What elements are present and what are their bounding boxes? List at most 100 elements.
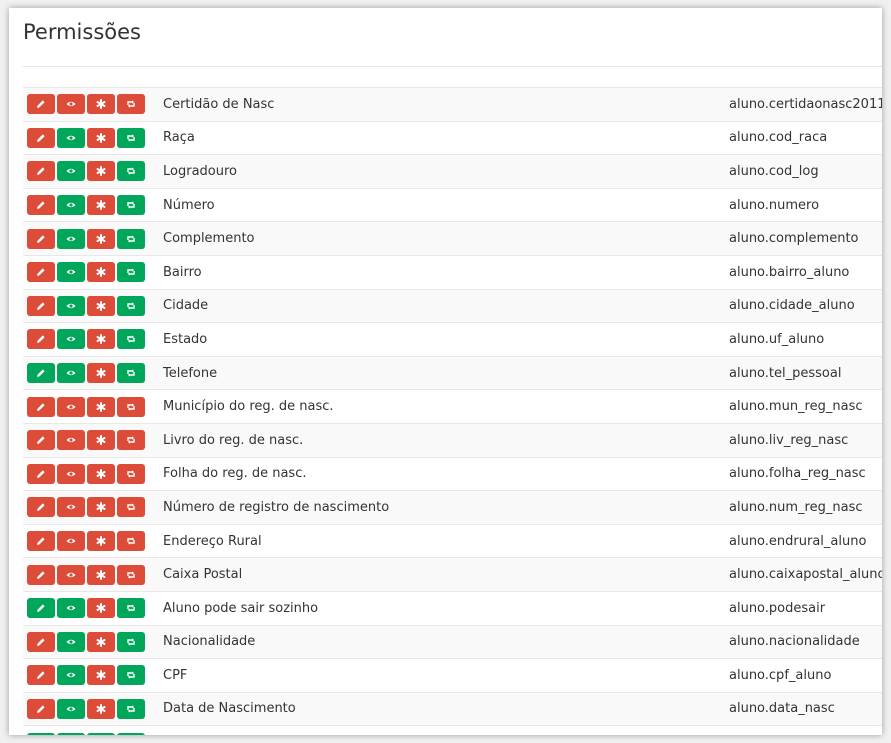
field-key: aluno.certidaonasc2011 — [729, 96, 882, 112]
view-permission-button[interactable] — [57, 127, 85, 148]
view-permission-button[interactable] — [57, 363, 85, 384]
edit-permission-button[interactable] — [27, 396, 55, 417]
edit-permission-button[interactable] — [27, 631, 55, 652]
sync-permission-button[interactable] — [117, 598, 145, 619]
sync-permission-button[interactable] — [117, 228, 145, 249]
retweet-icon — [126, 234, 136, 244]
edit-permission-button[interactable] — [27, 732, 55, 735]
view-permission-button[interactable] — [57, 295, 85, 316]
required-permission-button[interactable] — [87, 598, 115, 619]
sync-permission-button[interactable] — [117, 363, 145, 384]
view-permission-button[interactable] — [57, 463, 85, 484]
sync-permission-button[interactable] — [117, 631, 145, 652]
field-label: Telefone — [163, 365, 218, 381]
view-permission-button[interactable] — [57, 531, 85, 552]
pencil-icon — [36, 267, 46, 277]
edit-permission-button[interactable] — [27, 363, 55, 384]
required-permission-button[interactable] — [87, 195, 115, 216]
sync-permission-button[interactable] — [117, 497, 145, 518]
required-permission-button[interactable] — [87, 396, 115, 417]
edit-permission-button[interactable] — [27, 430, 55, 451]
view-permission-button[interactable] — [57, 396, 85, 417]
field-key: aluno.caixapostal_aluno — [729, 567, 882, 583]
sync-permission-button[interactable] — [117, 531, 145, 552]
required-permission-button[interactable] — [87, 698, 115, 719]
view-permission-button[interactable] — [57, 430, 85, 451]
retweet-icon — [126, 704, 136, 714]
required-permission-button[interactable] — [87, 497, 115, 518]
edit-permission-button[interactable] — [27, 598, 55, 619]
view-permission-button[interactable] — [57, 497, 85, 518]
sync-permission-button[interactable] — [117, 698, 145, 719]
sync-permission-button[interactable] — [117, 732, 145, 735]
retweet-icon — [126, 637, 136, 647]
view-permission-button[interactable] — [57, 195, 85, 216]
required-permission-button[interactable] — [87, 94, 115, 115]
edit-permission-button[interactable] — [27, 665, 55, 686]
edit-permission-button[interactable] — [27, 531, 55, 552]
edit-permission-button[interactable] — [27, 195, 55, 216]
required-permission-button[interactable] — [87, 262, 115, 283]
edit-permission-button[interactable] — [27, 262, 55, 283]
edit-permission-button[interactable] — [27, 564, 55, 585]
view-permission-button[interactable] — [57, 631, 85, 652]
edit-permission-button[interactable] — [27, 228, 55, 249]
eye-icon — [66, 234, 76, 244]
sync-permission-button[interactable] — [117, 430, 145, 451]
edit-permission-button[interactable] — [27, 295, 55, 316]
edit-permission-button[interactable] — [27, 161, 55, 182]
required-permission-button[interactable] — [87, 732, 115, 735]
table-row: Folha do reg. de nasc. aluno.folha_reg_na… — [23, 456, 882, 491]
required-permission-button[interactable] — [87, 161, 115, 182]
view-permission-button[interactable] — [57, 665, 85, 686]
eye-icon — [66, 99, 76, 109]
view-permission-button[interactable] — [57, 94, 85, 115]
view-permission-button[interactable] — [57, 329, 85, 350]
retweet-icon — [126, 368, 136, 378]
required-permission-button[interactable] — [87, 665, 115, 686]
sync-permission-button[interactable] — [117, 195, 145, 216]
permission-buttons — [23, 363, 163, 384]
retweet-icon — [126, 502, 136, 512]
edit-permission-button[interactable] — [27, 497, 55, 518]
required-permission-button[interactable] — [87, 127, 115, 148]
view-permission-button[interactable] — [57, 732, 85, 735]
required-permission-button[interactable] — [87, 228, 115, 249]
sync-permission-button[interactable] — [117, 329, 145, 350]
required-permission-button[interactable] — [87, 564, 115, 585]
sync-permission-button[interactable] — [117, 262, 145, 283]
view-permission-button[interactable] — [57, 598, 85, 619]
sync-permission-button[interactable] — [117, 396, 145, 417]
sync-permission-button[interactable] — [117, 127, 145, 148]
sync-permission-button[interactable] — [117, 665, 145, 686]
sync-permission-button[interactable] — [117, 295, 145, 316]
table-row: Aluno pode sair sozinho aluno.podesair — [23, 590, 882, 625]
pencil-icon — [36, 402, 46, 412]
edit-permission-button[interactable] — [27, 94, 55, 115]
required-permission-button[interactable] — [87, 631, 115, 652]
required-permission-button[interactable] — [87, 430, 115, 451]
sync-permission-button[interactable] — [117, 161, 145, 182]
field-key: aluno.cpf_aluno — [729, 667, 832, 683]
sync-permission-button[interactable] — [117, 463, 145, 484]
edit-permission-button[interactable] — [27, 463, 55, 484]
view-permission-button[interactable] — [57, 564, 85, 585]
view-permission-button[interactable] — [57, 262, 85, 283]
view-permission-button[interactable] — [57, 161, 85, 182]
edit-permission-button[interactable] — [27, 698, 55, 719]
view-permission-button[interactable] — [57, 698, 85, 719]
required-permission-button[interactable] — [87, 463, 115, 484]
table-row: Município do reg. de nasc. aluno.mun_reg_… — [23, 389, 882, 423]
edit-permission-button[interactable] — [27, 329, 55, 350]
required-permission-button[interactable] — [87, 329, 115, 350]
view-permission-button[interactable] — [57, 228, 85, 249]
required-permission-button[interactable] — [87, 295, 115, 316]
required-permission-button[interactable] — [87, 531, 115, 552]
eye-icon — [66, 267, 76, 277]
edit-permission-button[interactable] — [27, 127, 55, 148]
sync-permission-button[interactable] — [117, 94, 145, 115]
sync-permission-button[interactable] — [117, 564, 145, 585]
required-permission-button[interactable] — [87, 363, 115, 384]
asterisk-icon — [96, 166, 106, 177]
permission-buttons — [23, 127, 163, 148]
